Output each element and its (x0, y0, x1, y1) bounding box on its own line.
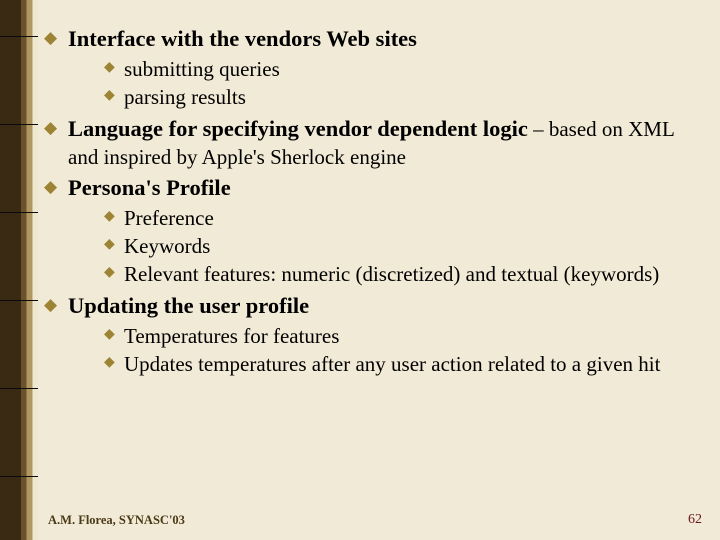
diamond-icon: ◆ (104, 326, 115, 344)
diamond-icon: ◆ (104, 59, 115, 77)
diamond-icon: ◆ (104, 87, 115, 105)
sub-list: ◆ Preference ◆ Keywords ◆ Relevant features… (104, 205, 704, 288)
sidebar-tick (0, 476, 38, 477)
sidebar-tick (0, 300, 38, 301)
bullet-sub: ◆ Keywords (104, 233, 704, 260)
sidebar-tick (0, 124, 38, 125)
bullet-sub: ◆ Temperatures for features (104, 323, 704, 350)
diamond-icon: ◆ (44, 294, 57, 315)
bullet-title: Interface with the vendors Web sites (68, 26, 417, 51)
diamond-icon: ◆ (44, 117, 57, 138)
bullet-sub: ◆ submitting queries (104, 56, 704, 83)
sub-text: submitting queries (124, 57, 280, 81)
sub-text: Temperatures for features (124, 324, 339, 348)
bullet-sub: ◆ Updates temperatures after any user act… (104, 351, 704, 378)
footer-author: A.M. Florea, SYNASC'03 (48, 513, 185, 528)
diamond-icon: ◆ (104, 236, 115, 254)
sidebar-tick (0, 36, 38, 37)
bullet-title: Updating the user profile (68, 293, 309, 318)
sub-text: Keywords (124, 234, 210, 258)
bullet-title: Language for specifying vendor dependent… (68, 116, 528, 141)
bullet-main: ◆ Language for specifying vendor depende… (44, 115, 704, 171)
sidebar-tick (0, 388, 38, 389)
sub-text: Relevant features: numeric (discretized)… (124, 262, 659, 286)
bullet-sub: ◆ Relevant features: numeric (discretized… (104, 261, 704, 288)
bullet-main: ◆ Interface with the vendors Web sites (44, 25, 704, 53)
sub-list: ◆ Temperatures for features ◆ Updates temp… (104, 323, 704, 378)
diamond-icon: ◆ (44, 176, 57, 197)
diamond-icon: ◆ (104, 354, 115, 372)
bullet-sub: ◆ Preference (104, 205, 704, 232)
sub-text: parsing results (124, 85, 246, 109)
slide-content: ◆ Interface with the vendors Web sites ◆… (44, 22, 704, 382)
slide-sidebar (0, 0, 38, 540)
diamond-icon: ◆ (104, 208, 115, 226)
sub-text: Updates temperatures after any user acti… (124, 352, 660, 376)
page-number: 62 (688, 512, 702, 528)
bullet-sub: ◆ parsing results (104, 84, 704, 111)
bullet-main: ◆ Persona's Profile (44, 174, 704, 202)
bullet-title: Persona's Profile (68, 175, 231, 200)
sidebar-tick (0, 212, 38, 213)
diamond-icon: ◆ (104, 264, 115, 282)
sub-text: Preference (124, 206, 214, 230)
diamond-icon: ◆ (44, 27, 57, 48)
bullet-main: ◆ Updating the user profile (44, 292, 704, 320)
sub-list: ◆ submitting queries ◆ parsing results (104, 56, 704, 111)
